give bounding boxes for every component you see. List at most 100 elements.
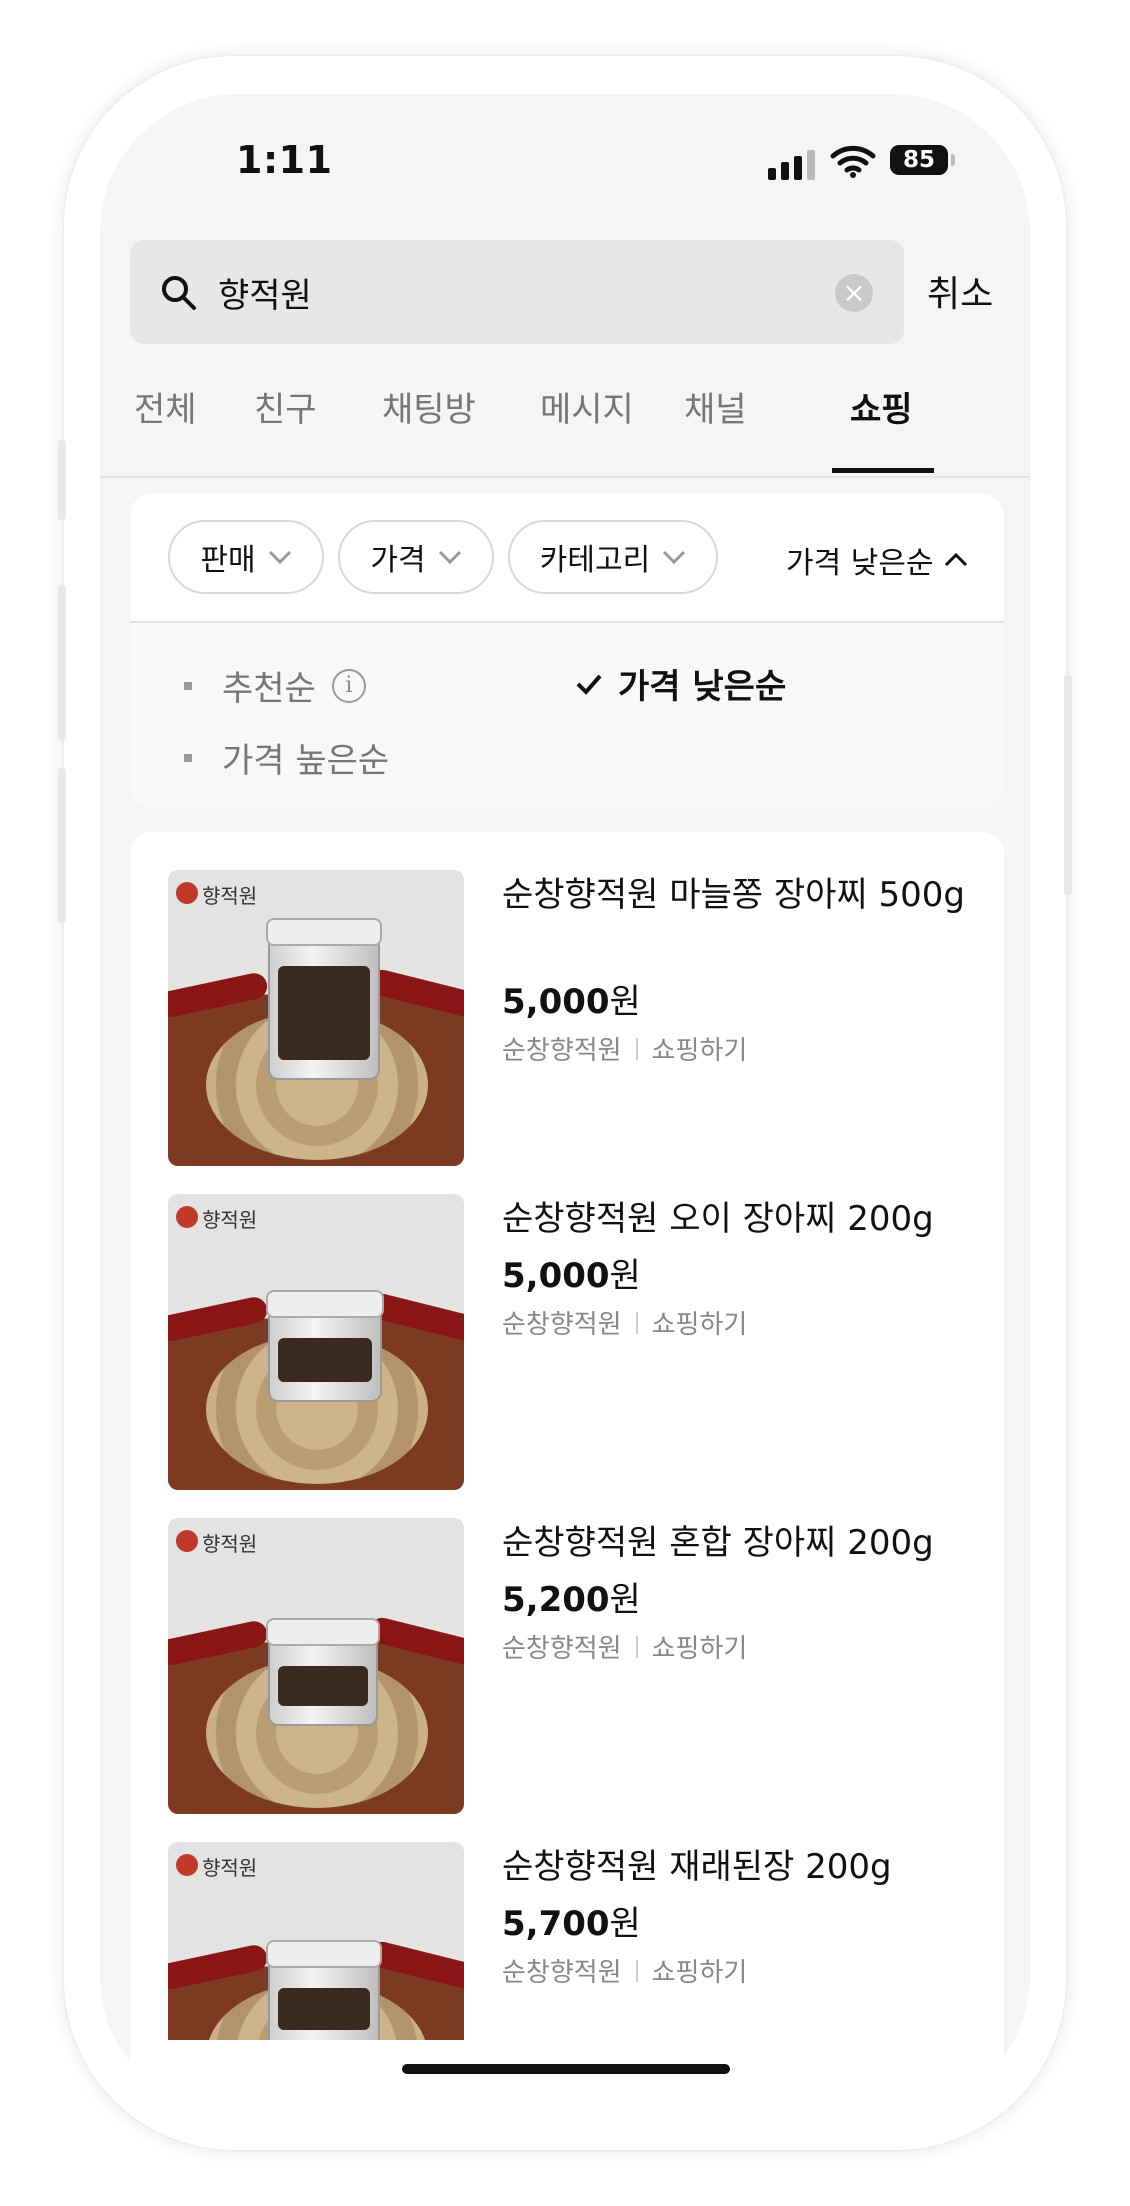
- pepper-decoration: [168, 1618, 270, 1668]
- jar-illustration: [266, 918, 382, 1080]
- battery-icon: 85: [890, 145, 948, 175]
- jar-illustration: [266, 1290, 384, 1402]
- sort-option-label: 가격 낮은순: [618, 667, 787, 707]
- wifi-icon: [830, 145, 876, 178]
- brand-logo-text: 향적원: [202, 1532, 258, 1556]
- pepper-decoration: [366, 967, 464, 1019]
- tab-friends[interactable]: 친구: [254, 382, 317, 431]
- sort-option-price-low[interactable]: 가격 낮은순: [576, 659, 786, 708]
- filter-chip-category[interactable]: 카테고리: [508, 520, 718, 594]
- cancel-button[interactable]: 취소: [927, 265, 993, 317]
- pepper-decoration: [168, 1942, 270, 1992]
- product-image: 향적원: [168, 1842, 464, 2040]
- status-time: 1:11: [236, 138, 333, 182]
- divider: [635, 1959, 638, 1982]
- divider: [635, 1635, 638, 1658]
- filter-chip-sales[interactable]: 판매: [168, 520, 324, 594]
- chevron-down-icon: [268, 550, 291, 564]
- product-name[interactable]: 순창향적원 재래된장 200g: [502, 1842, 968, 1892]
- chevron-down-icon: [438, 550, 461, 564]
- product-meta: 순창향적원 쇼핑하기: [502, 1628, 747, 1665]
- filter-chip-price[interactable]: 가격: [338, 520, 494, 594]
- brand-seal-icon: [176, 1530, 198, 1552]
- jar-lid: [266, 1940, 382, 1968]
- price-unit: 원: [609, 1904, 641, 1944]
- pepper-decoration: [168, 970, 270, 1020]
- sort-option-recommended[interactable]: 추천순 i: [184, 661, 366, 710]
- price-unit: 원: [609, 982, 641, 1022]
- seller-name[interactable]: 순창향적원: [502, 1030, 622, 1067]
- brand-seal-icon: [176, 1206, 198, 1228]
- sort-option-price-high[interactable]: 가격 높은순: [184, 733, 389, 782]
- product-price: 5,700원: [502, 1896, 641, 1945]
- pepper-decoration: [366, 1615, 464, 1667]
- cellular-signal-icon: [768, 150, 815, 180]
- jar-label: [278, 1666, 368, 1706]
- product-list: 향적원 순창향적원 마늘쫑 장아찌 500g 5,000원 순창향적원 쇼핑하기: [130, 832, 1004, 2114]
- tab-channels[interactable]: 채널: [684, 382, 747, 431]
- shopping-link[interactable]: 쇼핑하기: [652, 1030, 748, 1067]
- price-number: 5,000: [502, 1256, 610, 1296]
- info-icon[interactable]: i: [331, 668, 366, 703]
- sort-options-menu: 추천순 i 가격 낮은순 가격 높은순: [130, 621, 1004, 808]
- home-indicator[interactable]: [402, 2064, 730, 2074]
- jar-lid: [266, 1290, 384, 1318]
- price-number: 5,000: [502, 982, 610, 1022]
- filter-panel: 판매 가격 카테고리 가격 낮은순 추천순 i 가격 낮은순 가격 높은순: [130, 494, 1004, 808]
- price-number: 5,200: [502, 1580, 610, 1620]
- shopping-link[interactable]: 쇼핑하기: [652, 1304, 748, 1341]
- sort-toggle-button[interactable]: 가격 낮은순: [786, 538, 968, 582]
- bullet-icon: [184, 753, 192, 762]
- jar-illustration: [266, 1940, 382, 2040]
- product-meta: 순창향적원 쇼핑하기: [502, 1304, 747, 1341]
- product-price: 5,000원: [502, 974, 641, 1023]
- filter-chip-label: 가격: [370, 543, 426, 578]
- product-name[interactable]: 순창향적원 오이 장아찌 200g: [502, 1194, 972, 1244]
- tab-chatrooms[interactable]: 채팅방: [382, 382, 476, 431]
- seller-name[interactable]: 순창향적원: [502, 1628, 622, 1665]
- list-item[interactable]: 향적원 순창향적원 재래된장 200g 5,700원 순창향적원 쇼핑하기: [168, 1842, 968, 2040]
- seller-name[interactable]: 순창향적원: [502, 1952, 622, 1989]
- product-image: 향적원: [168, 1194, 464, 1490]
- phone-power-button: [1064, 675, 1072, 895]
- jar-label: [278, 1988, 370, 2030]
- clear-search-icon[interactable]: ×: [835, 274, 873, 312]
- tab-all[interactable]: 전체: [134, 382, 197, 431]
- chevron-up-icon: [944, 553, 967, 567]
- shopping-link[interactable]: 쇼핑하기: [652, 1952, 748, 1989]
- sort-option-label: 추천순: [222, 669, 316, 709]
- list-item[interactable]: 향적원 순창향적원 마늘쫑 장아찌 500g 5,000원 순창향적원 쇼핑하기: [168, 870, 968, 1170]
- product-image: 향적원: [168, 870, 464, 1166]
- phone-volume-up-button: [58, 585, 66, 740]
- jar-illustration: [266, 1618, 380, 1726]
- list-item[interactable]: 향적원 순창향적원 혼합 장아찌 200g 5,200원 순창향적원 쇼핑하기: [168, 1518, 968, 1818]
- product-name[interactable]: 순창향적원 혼합 장아찌 200g: [502, 1518, 972, 1568]
- jar-label: [278, 966, 370, 1060]
- brand-seal-icon: [176, 1854, 198, 1876]
- product-name[interactable]: 순창향적원 마늘쫑 장아찌 500g: [502, 870, 972, 920]
- phone-mute-switch: [58, 440, 66, 520]
- search-input[interactable]: 향적원 ×: [130, 240, 904, 344]
- list-item[interactable]: 향적원 순창향적원 오이 장아찌 200g 5,000원 순창향적원 쇼핑하기: [168, 1194, 968, 1494]
- pepper-decoration: [168, 1294, 270, 1344]
- divider: [635, 1311, 638, 1334]
- product-meta: 순창향적원 쇼핑하기: [502, 1030, 747, 1067]
- jar-lid: [266, 1618, 380, 1646]
- phone-volume-down-button: [58, 768, 66, 923]
- checkmark-icon: [576, 674, 602, 695]
- product-image: 향적원: [168, 1518, 464, 1814]
- divider: [635, 1037, 638, 1060]
- product-price: 5,200원: [502, 1572, 641, 1621]
- brand-logo-text: 향적원: [202, 1856, 258, 1880]
- shopping-link[interactable]: 쇼핑하기: [652, 1628, 748, 1665]
- active-tab-indicator: [832, 468, 934, 473]
- tab-shopping[interactable]: 쇼핑: [850, 382, 913, 431]
- brand-logo-text: 향적원: [202, 1208, 258, 1232]
- search-icon: [162, 276, 196, 310]
- seller-name[interactable]: 순창향적원: [502, 1304, 622, 1341]
- filter-chip-label: 카테고리: [539, 543, 651, 578]
- tab-messages[interactable]: 메시지: [540, 382, 634, 431]
- bullet-icon: [184, 681, 192, 690]
- price-unit: 원: [609, 1580, 641, 1620]
- jar-label: [278, 1338, 372, 1382]
